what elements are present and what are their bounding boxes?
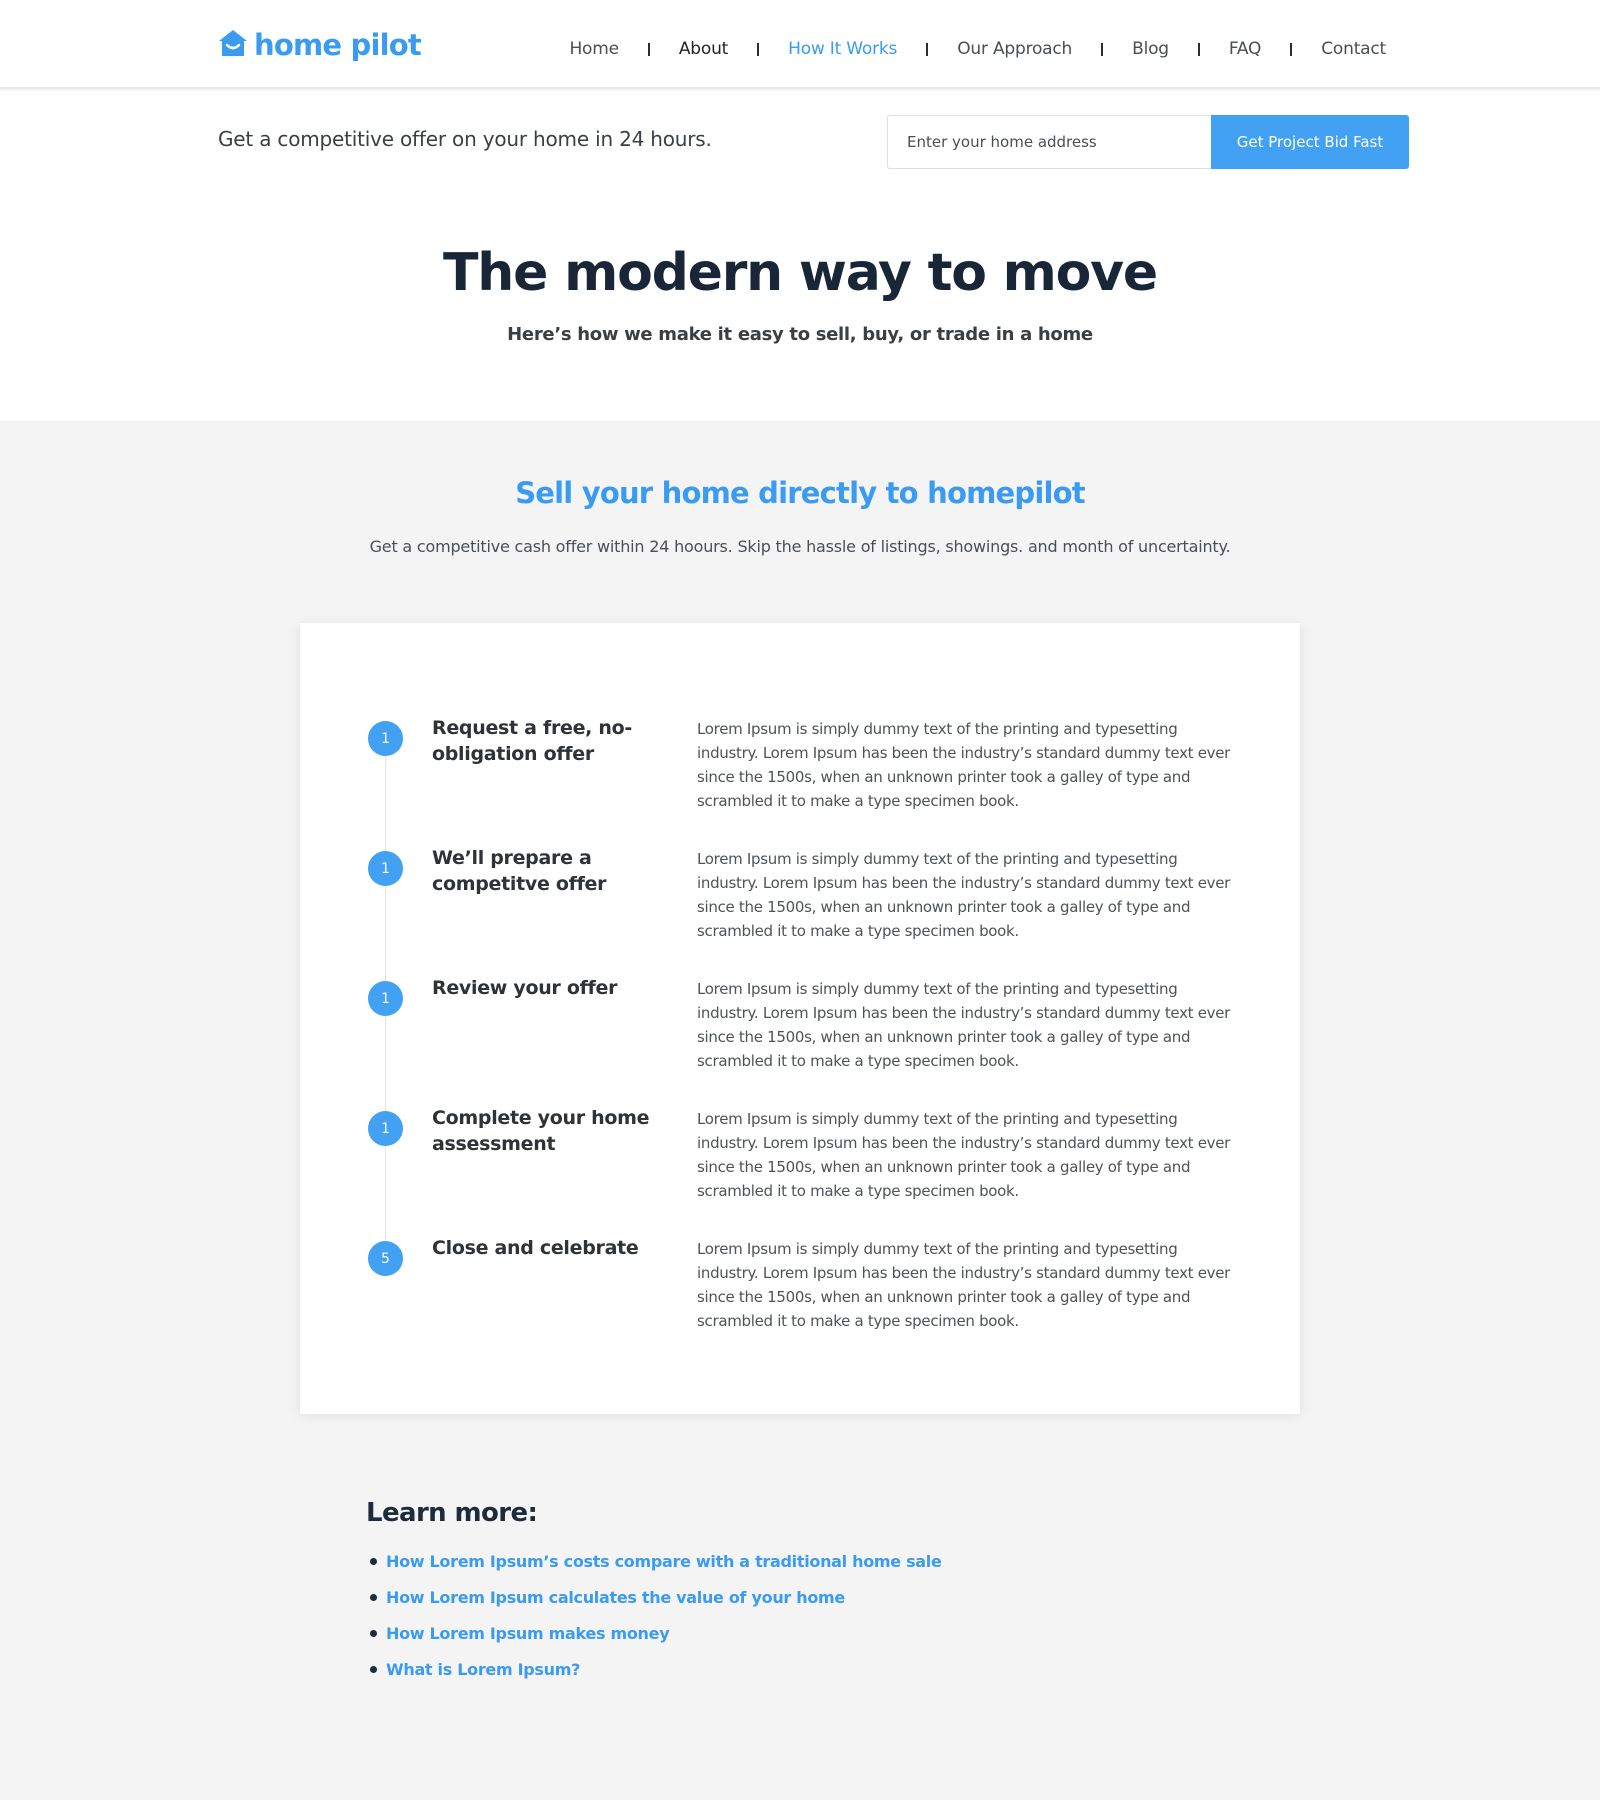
step-item: 1 Complete your home assessment Lorem Ip… bbox=[300, 1102, 1300, 1232]
step-description: Lorem Ipsum is simply dummy text of the … bbox=[697, 1110, 1230, 1200]
learn-more-link[interactable]: How Lorem Ipsum makes money bbox=[386, 1624, 670, 1643]
step-number-badge: 1 bbox=[368, 721, 403, 756]
address-form: Get Project Bid Fast bbox=[887, 115, 1409, 169]
step-number-badge: 1 bbox=[368, 981, 403, 1016]
list-item: How Lorem Ipsum’s costs compare with a t… bbox=[366, 1543, 942, 1579]
main-nav: Home About How It Works Our Approach Blo… bbox=[569, 38, 1386, 60]
offer-tagline: Get a competitive offer on your home in … bbox=[218, 127, 712, 151]
step-item: 5 Close and celebrate Lorem Ipsum is sim… bbox=[300, 1232, 1300, 1362]
step-number-badge: 1 bbox=[368, 851, 403, 886]
step-item: 1 We’ll prepare a competitve offer Lorem… bbox=[300, 842, 1300, 972]
list-item: How Lorem Ipsum calculates the value of … bbox=[366, 1579, 942, 1615]
step-title: Complete your home assessment bbox=[432, 1107, 650, 1155]
step-description: Lorem Ipsum is simply dummy text of the … bbox=[697, 1240, 1230, 1330]
step-title: Request a free, no-obligation offer bbox=[432, 717, 632, 765]
hero-title: The modern way to move bbox=[443, 243, 1158, 303]
offer-hero-section: Get a competitive offer on your home in … bbox=[0, 91, 1600, 421]
nav-faq[interactable]: FAQ bbox=[1229, 39, 1262, 59]
step-description: Lorem Ipsum is simply dummy text of the … bbox=[697, 720, 1230, 810]
site-header: home pilot Home About How It Works Our A… bbox=[0, 0, 1600, 89]
bullet-icon bbox=[370, 1557, 377, 1565]
nav-about[interactable]: About bbox=[679, 39, 728, 59]
step-item: 1 Request a free, no-obligation offer Lo… bbox=[300, 712, 1300, 842]
brand-logo[interactable]: home pilot bbox=[218, 25, 422, 65]
list-item: What is Lorem Ipsum? bbox=[366, 1651, 942, 1687]
sell-section-subtitle: Get a competitive cash offer within 24 h… bbox=[369, 537, 1231, 556]
learn-more-link[interactable]: How Lorem Ipsum calculates the value of … bbox=[386, 1588, 845, 1607]
nav-separator bbox=[1197, 42, 1200, 56]
nav-separator bbox=[647, 42, 650, 56]
step-title: We’ll prepare a competitve offer bbox=[432, 847, 607, 895]
list-item: How Lorem Ipsum makes money bbox=[366, 1615, 942, 1651]
bullet-icon bbox=[370, 1665, 377, 1673]
hero-subtitle: Here’s how we make it easy to sell, buy,… bbox=[507, 324, 1093, 345]
step-title: Review your offer bbox=[432, 977, 618, 999]
step-number-badge: 5 bbox=[368, 1241, 403, 1276]
get-project-bid-button[interactable]: Get Project Bid Fast bbox=[1211, 115, 1409, 169]
home-address-input[interactable] bbox=[887, 115, 1211, 169]
nav-our-approach[interactable]: Our Approach bbox=[957, 39, 1072, 59]
learn-more-link[interactable]: How Lorem Ipsum’s costs compare with a t… bbox=[386, 1552, 942, 1571]
learn-more-link[interactable]: What is Lorem Ipsum? bbox=[386, 1660, 580, 1679]
learn-more-title: Learn more: bbox=[366, 1498, 538, 1528]
brand-name: home pilot bbox=[254, 28, 422, 62]
learn-more-list: How Lorem Ipsum’s costs compare with a t… bbox=[366, 1543, 942, 1687]
nav-separator bbox=[926, 42, 929, 56]
nav-contact[interactable]: Contact bbox=[1321, 39, 1386, 59]
steps-card: 1 Request a free, no-obligation offer Lo… bbox=[300, 623, 1300, 1414]
step-item: 1 Review your offer Lorem Ipsum is simpl… bbox=[300, 972, 1300, 1102]
nav-home[interactable]: Home bbox=[569, 39, 619, 59]
nav-separator bbox=[1101, 42, 1104, 56]
step-number-badge: 1 bbox=[368, 1111, 403, 1146]
step-description: Lorem Ipsum is simply dummy text of the … bbox=[697, 850, 1230, 940]
step-title: Close and celebrate bbox=[432, 1237, 639, 1259]
nav-separator bbox=[757, 42, 760, 56]
bullet-icon bbox=[370, 1629, 377, 1637]
sell-section-title: Sell your home directly to homepilot bbox=[515, 476, 1085, 510]
nav-blog[interactable]: Blog bbox=[1132, 39, 1169, 59]
nav-how-it-works[interactable]: How It Works bbox=[788, 39, 897, 59]
bullet-icon bbox=[370, 1593, 377, 1601]
nav-separator bbox=[1290, 42, 1293, 56]
house-smile-icon bbox=[219, 30, 247, 56]
step-description: Lorem Ipsum is simply dummy text of the … bbox=[697, 980, 1230, 1070]
